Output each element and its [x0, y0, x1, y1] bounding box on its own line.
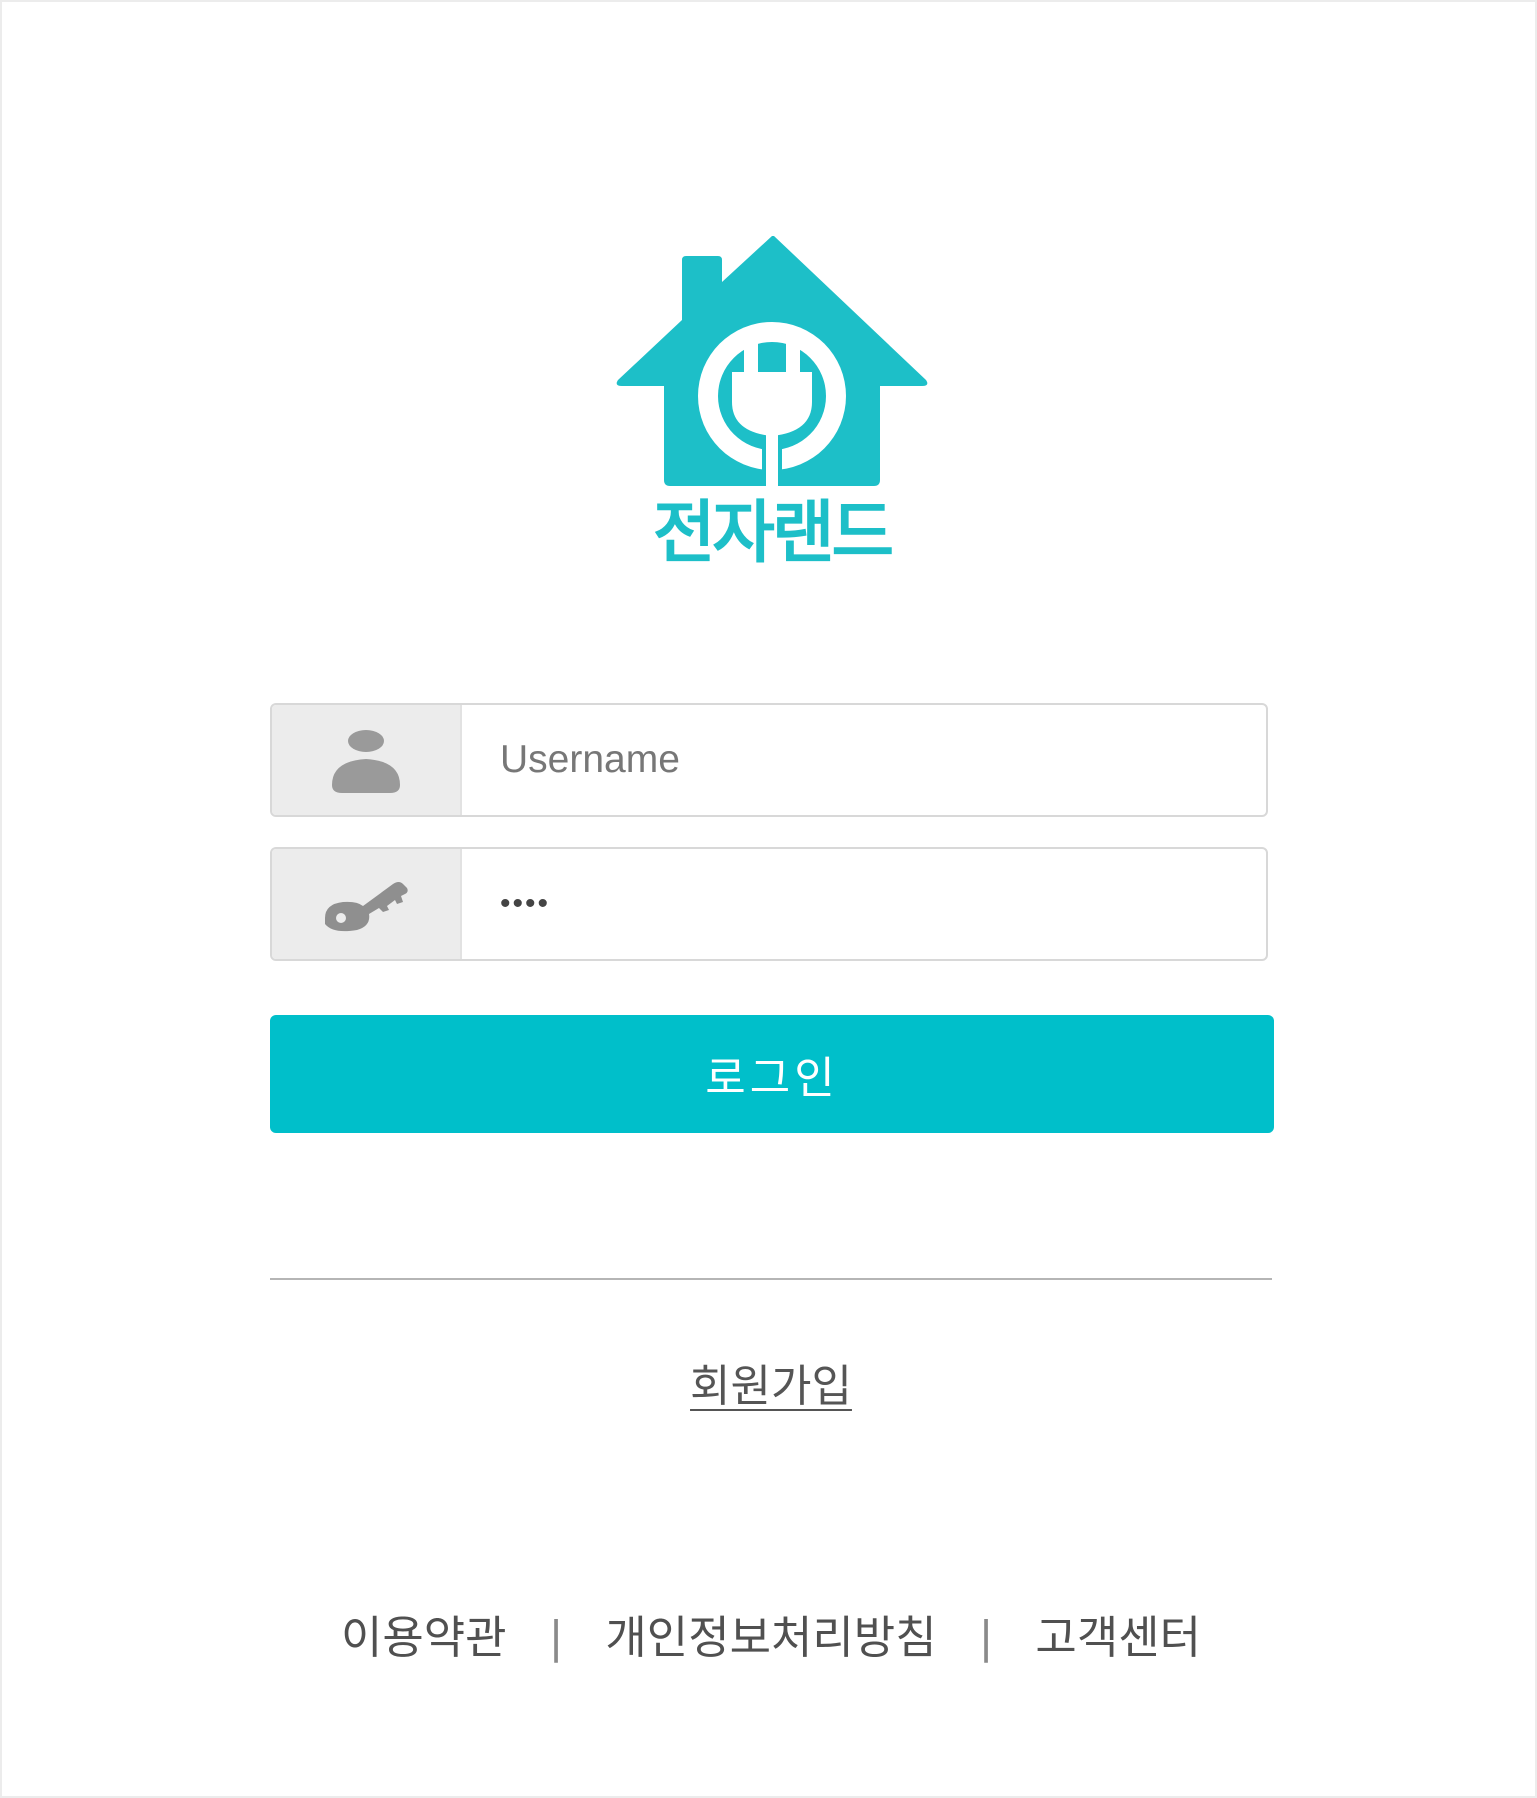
username-addon — [272, 705, 462, 815]
username-input[interactable] — [462, 705, 1266, 815]
house-plug-logo-icon — [616, 236, 928, 488]
password-input[interactable] — [462, 849, 1266, 959]
user-icon — [332, 730, 400, 793]
page-frame: 전자랜드 로그인 회원가입 이용약관 | 개인정보처리방침 | — [0, 0, 1537, 1798]
username-field — [270, 703, 1268, 817]
brand-logo: 전자랜드 — [614, 230, 930, 575]
customer-center-link[interactable]: 고객센터 — [1035, 1606, 1201, 1670]
footer-separator: | — [978, 1612, 994, 1663]
login-button[interactable]: 로그인 — [270, 1015, 1274, 1133]
signup-link[interactable]: 회원가입 — [690, 1361, 852, 1412]
signup-row: 회원가입 — [270, 1357, 1272, 1417]
footer-separator: | — [548, 1612, 564, 1663]
terms-link[interactable]: 이용약관 — [341, 1606, 507, 1670]
password-addon — [272, 849, 462, 959]
key-icon — [325, 882, 408, 932]
divider — [270, 1278, 1272, 1280]
footer-links: 이용약관 | 개인정보처리방침 | 고객센터 — [270, 1606, 1272, 1670]
password-field — [270, 847, 1268, 961]
privacy-policy-link[interactable]: 개인정보처리방침 — [605, 1606, 936, 1670]
brand-name: 전자랜드 — [652, 494, 894, 573]
